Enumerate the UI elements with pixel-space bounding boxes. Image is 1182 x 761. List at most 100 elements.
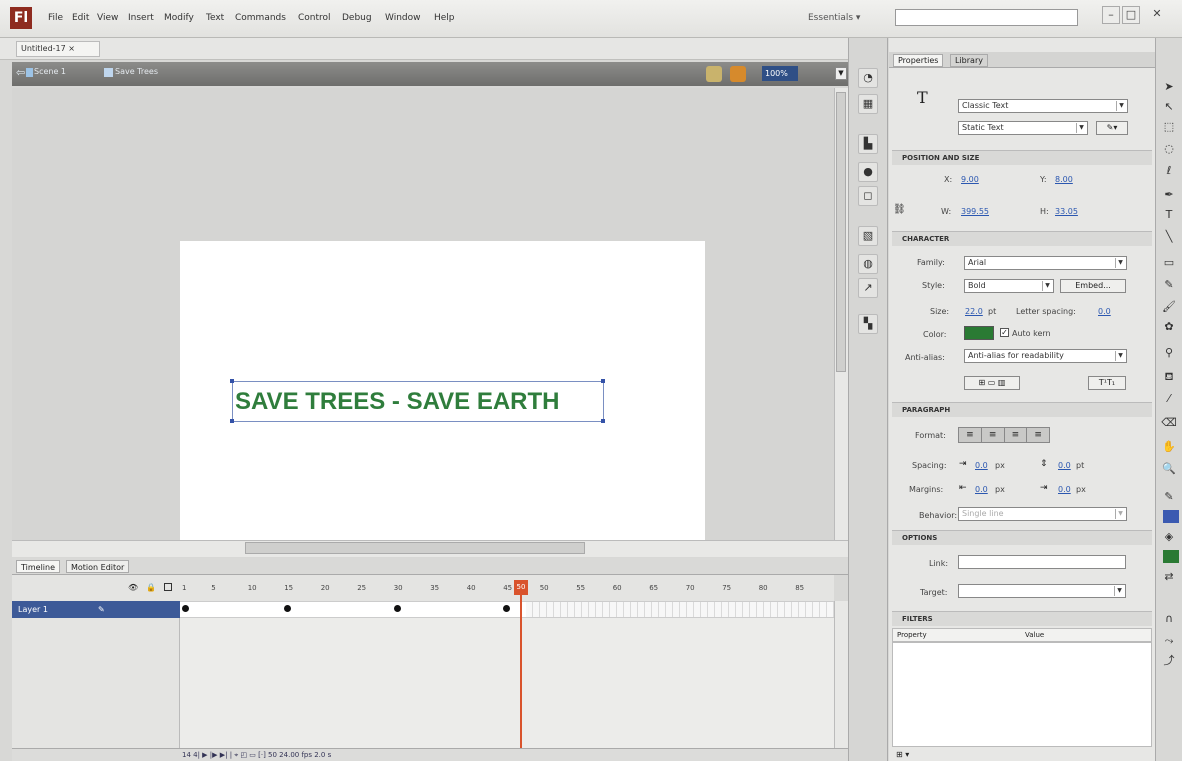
anti-alias-select[interactable]: Anti-alias for readability ▼ [964,349,1127,363]
keyframe[interactable] [182,605,189,612]
section-character[interactable]: CHARACTER [892,231,1152,246]
outline-icon[interactable] [164,583,172,591]
pencil-tool-icon[interactable]: ✎ [1160,276,1178,294]
menu-edit[interactable]: Edit [72,13,89,23]
text-type-select[interactable]: Static Text ▼ [958,121,1088,135]
playhead-frame-label[interactable]: 50 [514,580,528,595]
stroke-color-swatch[interactable] [1163,510,1179,523]
fill-color-icon[interactable]: ◈ [1160,528,1178,546]
minimize-button[interactable]: – [1102,6,1120,24]
swatches-icon[interactable]: ▦ [858,94,878,114]
section-filters[interactable]: FILTERS [892,611,1152,626]
tab-properties[interactable]: Properties [893,54,944,67]
zoom-field[interactable]: 100% [762,66,798,81]
playhead[interactable] [520,580,522,748]
menu-window[interactable]: Window [385,13,421,23]
resize-handle[interactable] [601,379,605,383]
lasso-tool-icon[interactable]: ℓ [1160,162,1178,180]
stroke-color-icon[interactable]: ✎ [1160,488,1178,506]
tab-motion-editor[interactable]: Motion Editor [66,560,130,573]
pen-tool-icon[interactable]: ✒ [1160,186,1178,204]
resize-handle[interactable] [230,419,234,423]
back-arrow-icon[interactable]: ⇦ [16,66,25,79]
section-options[interactable]: OPTIONS [892,530,1152,545]
font-size-value[interactable]: 22.0 [965,307,983,316]
close-button[interactable]: ✕ [1148,6,1166,24]
indent-value[interactable]: 0.0 [975,461,988,470]
rectangle-tool-icon[interactable]: ▭ [1160,254,1178,272]
paint-bucket-tool-icon[interactable]: ⛾ [1160,368,1178,386]
edit-symbols-icon[interactable] [730,66,746,82]
embed-button[interactable]: Embed... [1060,279,1126,293]
superscript-subscript-icon[interactable]: T¹T₁ [1088,376,1126,390]
tab-library[interactable]: Library [950,54,988,67]
section-position-size[interactable]: POSITION AND SIZE [892,150,1152,165]
maximize-button[interactable]: □ [1122,6,1140,24]
zoom-tool-icon[interactable]: 🔍 [1160,460,1178,478]
link-dimensions-icon[interactable]: ⛓ [893,204,906,215]
symbol-breadcrumb[interactable]: Save Trees [115,67,158,76]
menu-modify[interactable]: Modify [164,13,194,23]
menu-file[interactable]: File [48,13,63,23]
swap-colors-icon[interactable]: ⇄ [1160,568,1178,586]
line-spacing-value[interactable]: 0.0 [1058,461,1071,470]
menu-control[interactable]: Control [298,13,331,23]
menu-help[interactable]: Help [434,13,455,23]
eye-icon[interactable]: 👁 [128,583,138,592]
fill-color-swatch[interactable] [1163,550,1179,563]
text-tool-icon[interactable]: T [1160,206,1178,224]
transform-icon[interactable]: ◻ [858,186,878,206]
left-margin-value[interactable]: 0.0 [975,485,988,494]
selectable-toggle-icon[interactable]: ⊞ ▭ ▥ [964,376,1020,390]
text-color-swatch[interactable] [964,326,994,340]
font-style-select[interactable]: Bold ▼ [964,279,1054,293]
justify-icon[interactable]: ≡ [1027,428,1049,442]
eyedropper-tool-icon[interactable]: ⁄ [1160,390,1178,408]
w-value[interactable]: 399.55 [961,207,989,216]
add-filter-icon[interactable]: ⊞ ▾ [896,750,909,759]
workspace-switcher[interactable]: Essentials ▾ [808,13,860,23]
3d-rotation-tool-icon[interactable]: ◌ [1160,140,1178,158]
target-select[interactable]: ▼ [958,584,1126,598]
info-icon[interactable]: ● [858,162,878,182]
selection-tool-icon[interactable]: ➤ [1160,78,1178,96]
menu-text[interactable]: Text [206,13,224,23]
lock-icon[interactable]: 🔒 [146,583,156,592]
color-icon[interactable]: ◔ [858,68,878,88]
brush-tool-icon[interactable]: 🖌 [1160,298,1178,316]
y-value[interactable]: 8.00 [1055,175,1073,184]
code-snippets-icon[interactable]: ↗ [858,278,878,298]
layer-row[interactable]: Layer 1 ✎ [12,601,180,618]
deco-tool-icon[interactable]: ✿ [1160,318,1178,336]
text-orientation-button[interactable]: ✎▾ [1096,121,1128,135]
behavior-select[interactable]: Single line ▼ [958,507,1127,521]
line-tool-icon[interactable]: ╲ [1160,228,1178,246]
resize-handle[interactable] [601,419,605,423]
eraser-tool-icon[interactable]: ⌫ [1160,414,1178,432]
menu-view[interactable]: View [97,13,118,23]
align-center-icon[interactable]: ≡ [982,428,1005,442]
free-transform-tool-icon[interactable]: ⬚ [1160,118,1178,136]
auto-kern-checkbox[interactable]: ✓ [1000,328,1009,337]
playback-status[interactable]: 14 4| ▶ |▶ ▶| | ⌖ ◰ ▭ [·] 50 24.00 fps 2… [182,751,331,759]
text-engine-select[interactable]: Classic Text ▼ [958,99,1128,113]
motion-presets-icon[interactable]: ◍ [858,254,878,274]
menu-insert[interactable]: Insert [128,13,154,23]
zoom-dropdown-icon[interactable]: ▼ [835,67,847,80]
history-icon[interactable]: ▚ [858,314,878,334]
smooth-icon[interactable]: ⤳ [1160,632,1178,650]
letter-spacing-value[interactable]: 0.0 [1098,307,1111,316]
right-margin-value[interactable]: 0.0 [1058,485,1071,494]
font-family-select[interactable]: Arial ▼ [964,256,1127,270]
menu-commands[interactable]: Commands [235,13,286,23]
align-left-icon[interactable]: ≡ [959,428,982,442]
edit-scene-icon[interactable] [706,66,722,82]
section-paragraph[interactable]: PARAGRAPH [892,402,1152,417]
straighten-icon[interactable]: ⤴ [1160,652,1178,670]
x-value[interactable]: 9.00 [961,175,979,184]
h-value[interactable]: 33.05 [1055,207,1078,216]
resize-handle[interactable] [230,379,234,383]
bone-tool-icon[interactable]: ⚲ [1160,344,1178,362]
timeline-scrollbar[interactable] [834,601,848,748]
document-tab[interactable]: Untitled-17 × [16,41,100,57]
